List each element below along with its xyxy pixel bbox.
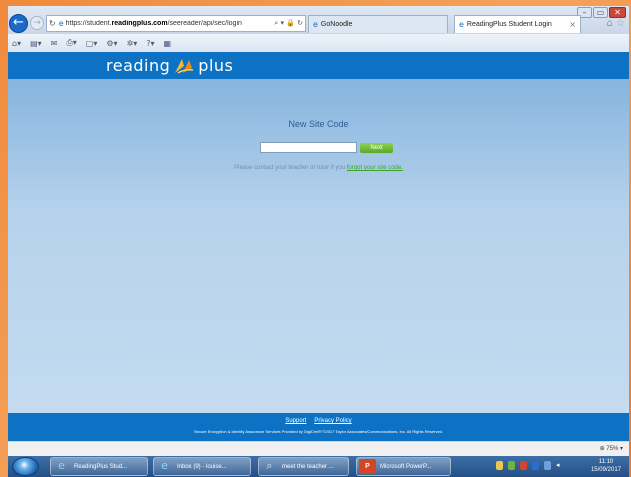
network-icon[interactable]: [544, 461, 551, 470]
bluetooth-icon[interactable]: [532, 461, 539, 470]
ie-icon: e: [161, 459, 168, 472]
update-icon[interactable]: [508, 461, 515, 470]
privacy-policy-link[interactable]: Privacy Policy: [314, 418, 351, 424]
close-window-button[interactable]: ✕: [609, 7, 626, 18]
next-button[interactable]: Next: [360, 143, 393, 153]
tab-label: ReadingPlus Student Login: [466, 21, 552, 28]
ie-icon: e: [313, 20, 318, 29]
ie-icon: e: [58, 19, 64, 28]
taskbar: e ReadingPlus Stud... e Inbox (9) - loui…: [8, 456, 629, 477]
taskbar-item[interactable]: ⌕ meet the teacher ...: [258, 457, 349, 476]
research-icon[interactable]: ▦: [164, 39, 172, 48]
start-button[interactable]: [12, 457, 39, 476]
forgot-site-code-link[interactable]: forgot your site code.: [347, 165, 403, 171]
antivirus-icon[interactable]: [520, 461, 527, 470]
title-tab-bar: – ▭ ✕ ← → ↻ e https://student.readingplu…: [8, 6, 629, 34]
tools-icon[interactable]: ✲▾: [127, 39, 138, 48]
ie-icon: e: [58, 459, 65, 472]
page-icon[interactable]: ▢▾: [86, 39, 98, 48]
footer-links: Support Privacy Policy: [8, 418, 629, 424]
compatibility-view-icon[interactable]: ↻: [49, 19, 56, 28]
search-icon: ⌕: [266, 459, 273, 472]
maximize-button[interactable]: ▭: [593, 7, 608, 18]
address-bar[interactable]: ↻ e https://student.readingplus.com/seer…: [46, 15, 306, 32]
taskbar-item[interactable]: e ReadingPlus Stud...: [50, 457, 148, 476]
page-title: New Site Code: [288, 119, 349, 129]
tab-label: GoNoodle: [320, 21, 353, 28]
site-code-input[interactable]: [260, 142, 357, 153]
taskbar-item[interactable]: e Inbox (9) - louise...: [153, 457, 251, 476]
back-button[interactable]: ←: [9, 14, 28, 33]
command-bar: ⌂▾ ▤▾ ✉ ⎙▾ ▢▾ ⚙▾ ✲▾ ?▾ ▦: [8, 34, 629, 52]
tab-gonoodle[interactable]: e GoNoodle: [308, 15, 448, 33]
print-icon[interactable]: ⎙▾: [66, 38, 76, 48]
volume-icon[interactable]: ◂: [556, 461, 560, 470]
powerpoint-icon: P: [359, 459, 376, 474]
home-icon[interactable]: ⌂▾: [12, 39, 21, 48]
browser-window: – ▭ ✕ ← → ↻ e https://student.readingplu…: [8, 6, 629, 456]
home-favorites-icons[interactable]: ⌂ ☆: [607, 18, 626, 29]
clock[interactable]: 11:10 15/09/2017: [591, 458, 621, 474]
logo-mark-icon: [175, 58, 194, 74]
status-bar: ⊕ 75% ▾: [8, 441, 629, 456]
help-message: Please contact your teacher or tutor if …: [234, 165, 403, 171]
address-tools[interactable]: ⌕ ▾ 🔒 ↻: [274, 19, 303, 28]
taskbar-item[interactable]: P Microsoft PowerP...: [356, 457, 451, 476]
system-tray: ◂: [496, 461, 560, 470]
url-text[interactable]: https://student.readingplus.com/seereade…: [66, 20, 275, 27]
mail-icon[interactable]: ✉: [51, 39, 58, 48]
safety-icon[interactable]: ⚙▾: [106, 39, 117, 48]
site-footer: Support Privacy Policy Secure Encryption…: [8, 413, 629, 441]
ie-icon: e: [459, 20, 464, 29]
shield-icon[interactable]: [496, 461, 503, 470]
readingplus-logo[interactable]: reading plus: [106, 56, 233, 75]
help-icon[interactable]: ?▾: [146, 39, 154, 48]
forward-button[interactable]: →: [30, 16, 44, 30]
login-page: New Site Code Next Please contact your t…: [8, 79, 629, 413]
feeds-icon[interactable]: ▤▾: [30, 39, 42, 48]
support-link[interactable]: Support: [285, 418, 306, 424]
close-tab-icon[interactable]: ×: [569, 20, 576, 29]
tab-readingplus[interactable]: e ReadingPlus Student Login ×: [454, 15, 581, 33]
zoom-control[interactable]: ⊕ 75% ▾: [600, 445, 623, 452]
site-header: reading plus: [8, 52, 629, 79]
window-controls: – ▭ ✕: [577, 7, 626, 18]
footer-legal-text: Secure Encryption & Identity Assurance S…: [193, 429, 444, 434]
